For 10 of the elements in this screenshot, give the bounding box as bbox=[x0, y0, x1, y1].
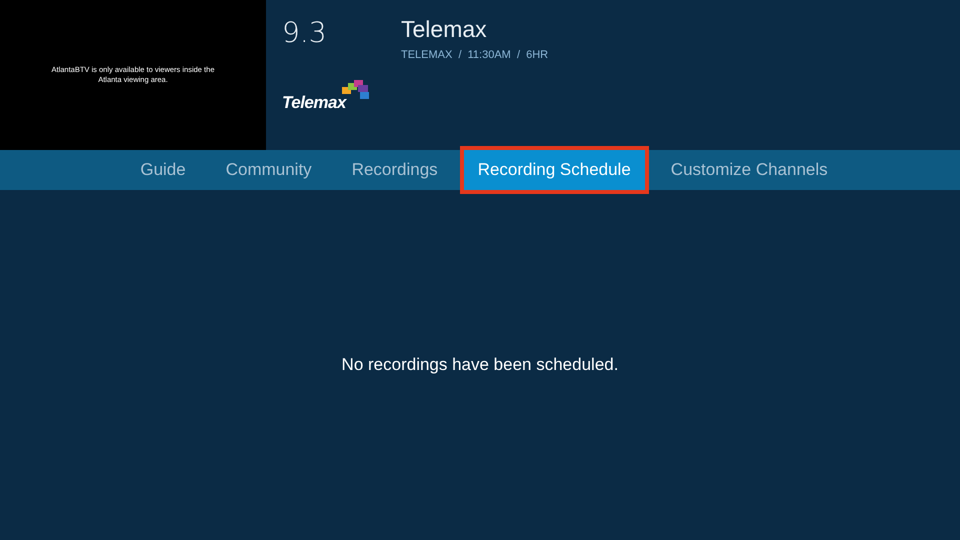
program-title: Telemax bbox=[401, 16, 488, 43]
nav-tab[interactable]: Recordings bbox=[334, 146, 456, 194]
nav-tab[interactable]: Recording Schedule bbox=[460, 146, 649, 194]
channel-logo: Telemax bbox=[282, 93, 346, 113]
nav-tab[interactable]: Guide bbox=[122, 146, 204, 194]
channel-number: 9.3 bbox=[282, 16, 328, 49]
nav-tab[interactable]: Community bbox=[208, 146, 330, 194]
program-details: TELEMAX / 11:30AM / 6HR bbox=[401, 49, 548, 61]
empty-message: No recordings have been scheduled. bbox=[342, 355, 618, 375]
nav-tab[interactable]: Customize Channels bbox=[652, 146, 846, 194]
